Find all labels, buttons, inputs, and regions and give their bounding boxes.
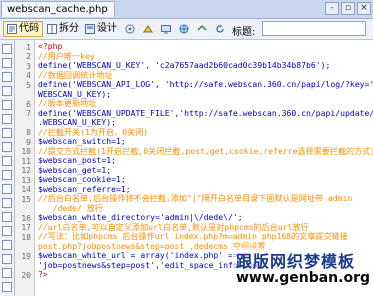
coding-toolbar	[0, 40, 15, 296]
remove-comment-icon[interactable]	[2, 198, 12, 208]
split-view-icon	[47, 24, 57, 34]
line-number: 12	[21, 166, 31, 175]
line-number: 16	[21, 213, 31, 223]
split-view-button[interactable]: 拆分	[44, 21, 82, 37]
line-number: 3	[26, 61, 31, 71]
line-number: 5	[26, 80, 31, 90]
line-number: 13	[21, 175, 31, 185]
browser-preview-button[interactable]	[176, 21, 192, 37]
line-number: 10	[21, 147, 31, 156]
line-number: 19	[21, 251, 31, 261]
live-view-button[interactable]	[122, 21, 138, 37]
design-view-label: 设计	[97, 23, 117, 34]
code-view-button[interactable]: 代码	[3, 21, 43, 37]
recent-snippets-icon[interactable]	[2, 226, 12, 236]
open-documents-icon[interactable]	[2, 44, 12, 54]
title-label: 标题:	[232, 27, 256, 38]
balance-braces-icon[interactable]	[2, 128, 12, 138]
line-number: 14	[21, 185, 31, 194]
view-toolbar: 代码 拆分 设计 标题:	[0, 19, 373, 40]
site-watermark: 跟版网织梦模板 www.genban.org	[232, 248, 370, 292]
collapse-selection-icon[interactable]	[2, 86, 12, 96]
syntax-error-icon[interactable]	[2, 170, 12, 180]
line-number: 1	[26, 42, 31, 52]
minimize-button[interactable]: -	[325, 2, 339, 15]
line-number: 7	[26, 109, 31, 118]
line-number-gutter: 1 2 3 4 5 6 7 8 9 10 11 12 13 14 15 16 17 18 19 20	[15, 40, 35, 296]
wrap-tag-icon[interactable]	[2, 212, 12, 222]
file-transfer-icon	[197, 24, 207, 31]
design-view-icon	[85, 24, 95, 34]
apply-comment-icon[interactable]	[2, 184, 12, 194]
format-source-icon[interactable]	[2, 282, 12, 292]
line-number: 6	[26, 99, 31, 109]
code-view-label: 代码	[19, 23, 39, 34]
line-number: 15	[21, 194, 31, 204]
multiscreen-button[interactable]	[158, 21, 174, 37]
show-code-navigator-icon[interactable]	[2, 58, 12, 68]
multiscreen-icon	[161, 25, 171, 34]
indent-code-icon[interactable]	[2, 254, 12, 264]
document-tab-bar: webscan_cache.php - ▫ ×	[0, 0, 373, 19]
title-input[interactable]	[262, 21, 366, 36]
watermark-title: 跟版网织梦模板	[236, 252, 356, 271]
line-number: 20	[21, 270, 31, 280]
line-number: 18	[21, 232, 31, 242]
select-parent-tag-icon[interactable]	[2, 114, 12, 124]
code-line[interactable]: 'job=postnews&step=post','edit_space_inf…	[38, 260, 257, 271]
line-number: 11	[21, 156, 31, 166]
design-view-button[interactable]: 设计	[82, 21, 120, 37]
window-controls: - ▫ ×	[325, 2, 371, 16]
collapse-tag-icon[interactable]	[2, 72, 12, 82]
split-view-label: 拆分	[59, 23, 79, 34]
restore-button[interactable]: ▫	[341, 2, 355, 15]
watermark-url: www.genban.org	[236, 270, 371, 286]
highlight-invalid-code-icon[interactable]	[2, 156, 12, 166]
line-number: 17	[21, 223, 31, 232]
refresh-icon	[216, 24, 224, 33]
line-number: 2	[26, 52, 31, 61]
line-number: 8	[26, 128, 31, 137]
inspect-icon	[143, 25, 153, 33]
globe-icon	[179, 24, 189, 34]
document-tab-title: webscan_cache.php	[7, 4, 108, 15]
outdent-code-icon[interactable]	[2, 268, 12, 278]
live-view-icon	[125, 24, 135, 34]
refresh-button[interactable]	[212, 21, 228, 37]
inspect-button[interactable]	[140, 21, 156, 37]
code-view-icon	[7, 24, 17, 34]
code-line[interactable]: ?>	[38, 269, 48, 280]
move-css-icon[interactable]	[2, 240, 12, 250]
file-management-button[interactable]	[194, 21, 210, 37]
expand-all-icon[interactable]	[2, 100, 12, 110]
close-button[interactable]: ×	[357, 2, 371, 15]
document-tab[interactable]: webscan_cache.php	[1, 1, 115, 17]
line-number: 4	[26, 71, 31, 80]
line-number: 9	[26, 137, 31, 147]
line-numbers-icon[interactable]	[2, 142, 12, 152]
